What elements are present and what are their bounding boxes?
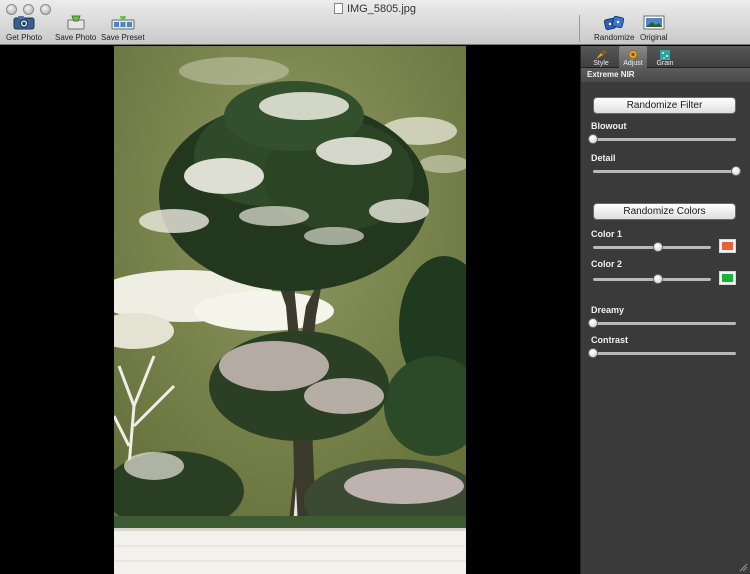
tab-grain[interactable]: Grain xyxy=(651,46,679,68)
detail-slider[interactable] xyxy=(593,166,741,176)
save-preset-icon xyxy=(110,14,136,31)
dice-icon xyxy=(601,14,627,31)
original-button[interactable]: Original xyxy=(640,14,668,42)
contrast-slider-knob[interactable] xyxy=(588,348,598,358)
color2-label: Color 2 xyxy=(591,259,623,269)
contrast-slider[interactable] xyxy=(588,348,736,358)
dreamy-slider-knob[interactable] xyxy=(588,318,598,328)
detail-slider-knob[interactable] xyxy=(731,166,741,176)
color1-swatch-fill xyxy=(722,242,733,250)
original-photo-icon xyxy=(641,14,667,31)
color1-swatch[interactable] xyxy=(719,239,736,253)
color1-label: Color 1 xyxy=(591,229,623,239)
window-toolbar: IMG_5805.jpg Get Photo Save Photo Save P… xyxy=(0,0,750,45)
document-icon xyxy=(333,3,343,14)
photo-canvas xyxy=(0,46,580,574)
get-photo-button[interactable]: Get Photo xyxy=(6,14,42,42)
brush-icon xyxy=(596,50,607,59)
save-photo-button[interactable]: Save Photo xyxy=(55,14,96,42)
save-photo-icon xyxy=(63,14,89,31)
adjustment-panel: Style Adjust Grain Extreme NIR Randomize… xyxy=(580,46,750,574)
color2-swatch-fill xyxy=(722,274,733,282)
randomize-button[interactable]: Randomize xyxy=(594,14,634,42)
randomize-filter-button[interactable]: Randomize Filter xyxy=(593,97,736,114)
toolbar-separator xyxy=(579,15,580,42)
color2-slider[interactable] xyxy=(593,274,711,284)
preset-name: Extreme NIR xyxy=(581,68,750,82)
camera-icon xyxy=(11,14,37,31)
blowout-slider[interactable] xyxy=(588,134,736,144)
tab-adjust[interactable]: Adjust xyxy=(619,46,647,68)
tab-style[interactable]: Style xyxy=(587,46,615,68)
gear-icon xyxy=(628,49,638,60)
blowout-slider-knob[interactable] xyxy=(588,134,598,144)
randomize-colors-button[interactable]: Randomize Colors xyxy=(593,203,736,220)
color1-slider-knob[interactable] xyxy=(652,242,663,252)
save-preset-button[interactable]: Save Preset xyxy=(101,14,145,42)
contrast-label: Contrast xyxy=(591,335,629,345)
color2-swatch[interactable] xyxy=(719,271,736,285)
photo-preview[interactable] xyxy=(114,46,466,574)
panel-tabs: Style Adjust Grain xyxy=(581,46,750,68)
blowout-label: Blowout xyxy=(591,121,627,131)
color1-slider[interactable] xyxy=(593,242,711,252)
dreamy-slider[interactable] xyxy=(588,318,736,328)
detail-label: Detail xyxy=(591,153,616,163)
grain-icon xyxy=(660,50,670,60)
resize-grip-icon[interactable] xyxy=(739,563,748,572)
color2-slider-knob[interactable] xyxy=(652,274,663,284)
dreamy-label: Dreamy xyxy=(591,305,625,315)
